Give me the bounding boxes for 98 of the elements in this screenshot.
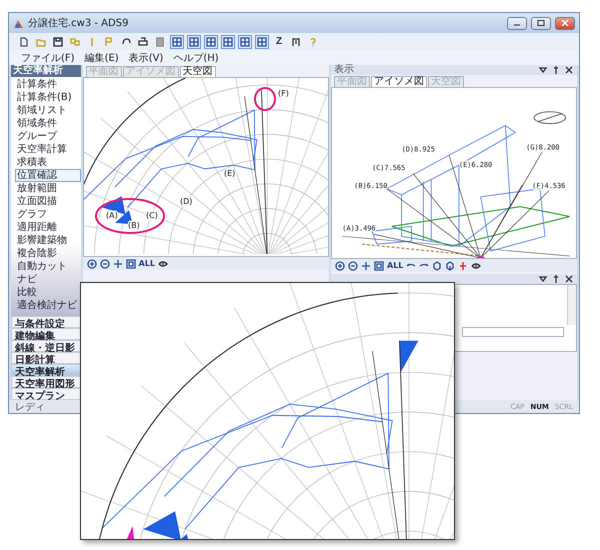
- view-tab[interactable]: 天空図: [180, 66, 216, 77]
- menu-item[interactable]: 編集(E): [84, 50, 119, 64]
- sidebar-item[interactable]: 適用距離: [15, 221, 81, 234]
- save-button[interactable]: [51, 34, 65, 48]
- sidebar-item[interactable]: 複合陰影: [15, 247, 81, 260]
- fit-all-button[interactable]: ALL: [387, 261, 404, 270]
- toolbar-button[interactable]: [187, 34, 201, 48]
- section-button[interactable]: マスプラン: [11, 388, 81, 400]
- section-button[interactable]: 斜線・逆日影: [11, 340, 81, 352]
- highlight-ring: [254, 87, 276, 111]
- sidebar-item[interactable]: 求積表: [15, 156, 81, 169]
- sidebar-item[interactable]: 位置確認: [15, 169, 81, 182]
- view-tab[interactable]: アイソメ図: [371, 76, 427, 87]
- sidebar-item[interactable]: 適合検討ナビ: [15, 299, 81, 312]
- grid-icon: [257, 36, 267, 46]
- close-icon: [564, 65, 574, 75]
- eye-icon: [471, 260, 482, 270]
- point-label: (E): [224, 169, 235, 178]
- close-icon: [561, 20, 569, 26]
- grid-icon: [240, 36, 250, 46]
- move-icon: [112, 258, 123, 268]
- question-icon: [308, 36, 318, 46]
- dropdown-field[interactable]: [462, 327, 564, 337]
- folder-icon: [36, 36, 46, 46]
- point-label: (F): [278, 89, 288, 98]
- panel-title: 表示: [334, 65, 355, 75]
- section-button[interactable]: 天空率解析: [11, 364, 81, 376]
- grid-icon: [223, 36, 233, 46]
- sidebar-item[interactable]: 放射範囲: [15, 182, 81, 195]
- section-button[interactable]: 天空率用図形: [11, 376, 81, 388]
- sidebar-item[interactable]: 比較: [15, 286, 81, 299]
- sidebar-item[interactable]: グループ: [15, 130, 81, 143]
- letter-button[interactable]: Z: [272, 34, 286, 48]
- dropdown-icon: [538, 274, 548, 284]
- viewpoint-marker: [476, 256, 485, 258]
- zoom-in-icon: [86, 258, 97, 268]
- toolbar-button[interactable]: [170, 34, 184, 48]
- grid-icon: [189, 36, 199, 46]
- axis-icon: [458, 260, 468, 270]
- scroll-bar[interactable]: [567, 285, 576, 325]
- minimize-button[interactable]: [507, 16, 527, 30]
- fit-icon: [374, 260, 384, 270]
- menu-item[interactable]: ヘルプ(H): [173, 50, 219, 64]
- sidebar-item[interactable]: グラフ: [15, 208, 81, 221]
- point-label: (C): [146, 211, 158, 220]
- cube-icon: [432, 260, 442, 270]
- sidebar-item[interactable]: 領域条件: [15, 117, 81, 130]
- toolbar-button[interactable]: [255, 34, 269, 48]
- window-title: 分譲住宅.cw3 - ADS9: [28, 16, 130, 30]
- pin-icon: [551, 274, 561, 284]
- point-label: (B): [128, 221, 140, 230]
- status-text: レディ: [15, 400, 46, 414]
- compass-icon: [534, 111, 566, 124]
- close-button[interactable]: [555, 16, 575, 30]
- cube-icon: [445, 260, 456, 270]
- maximize-button[interactable]: [531, 16, 551, 30]
- app-icon: [13, 18, 24, 28]
- sidebar-item[interactable]: 天空率計算: [15, 143, 81, 156]
- dropdown-icon: [538, 65, 548, 75]
- move-icon: [361, 260, 371, 270]
- zoom-out-icon: [348, 260, 358, 270]
- printer-icon: [138, 36, 148, 46]
- pin-icon: [551, 65, 561, 75]
- building-icon: [291, 36, 301, 46]
- undo-icon: [121, 36, 131, 46]
- flag-icon: [104, 36, 114, 46]
- toolbar-button[interactable]: [221, 34, 235, 48]
- sidebar-item[interactable]: 計算条件: [15, 78, 81, 91]
- section-button[interactable]: 日影計算: [11, 352, 81, 364]
- sidebar-item[interactable]: 影響建築物: [15, 234, 81, 247]
- sidebar-item[interactable]: 計算条件(B): [15, 91, 81, 104]
- point-label: (D): [180, 197, 192, 206]
- sidebar-header: 天空率解析: [11, 65, 81, 77]
- fit-all-button[interactable]: ALL: [138, 259, 155, 268]
- obstruction-shape: [399, 340, 418, 372]
- toolbar-button[interactable]: [204, 34, 218, 48]
- sidebar-item[interactable]: 立面図描: [15, 195, 81, 208]
- sidebar-item[interactable]: 自動カット: [15, 260, 81, 273]
- section-button[interactable]: 建物編集: [11, 328, 81, 340]
- grid-icon: [206, 36, 216, 46]
- menu-item[interactable]: 表示(V): [128, 50, 164, 64]
- disks-icon: [70, 36, 80, 46]
- eye-icon: [158, 258, 168, 268]
- zoom-in-icon: [335, 260, 345, 270]
- highlight-ring: [94, 198, 165, 234]
- grid-icon: [172, 36, 182, 46]
- print-button[interactable]: [136, 34, 150, 48]
- sidebar-item[interactable]: 領域リスト: [15, 104, 81, 117]
- point-label: (A): [106, 211, 118, 220]
- page-icon: [19, 36, 29, 46]
- fit-icon: [126, 258, 136, 268]
- menu-item[interactable]: ファイル(F): [21, 50, 75, 64]
- sidebar-item[interactable]: ナビ: [15, 273, 81, 286]
- toolbar-button[interactable]: [238, 34, 252, 48]
- close-icon: [564, 274, 574, 284]
- zoom-out-icon: [100, 258, 110, 268]
- maximize-icon: [537, 20, 545, 26]
- document-icon: [155, 36, 165, 46]
